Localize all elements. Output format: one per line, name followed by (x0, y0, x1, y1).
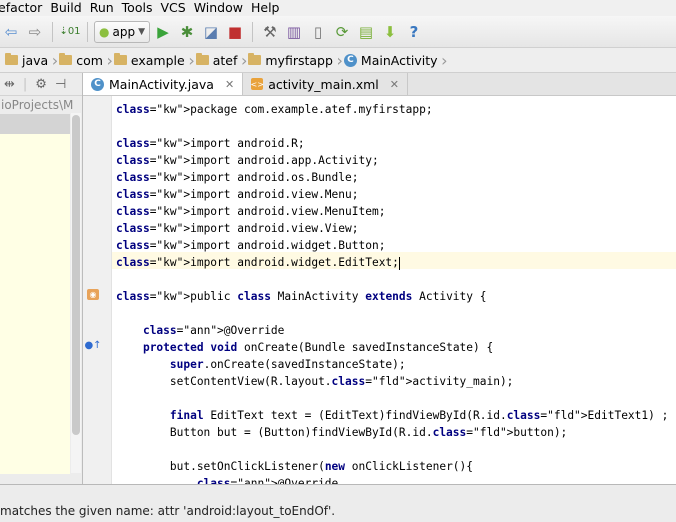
code-line[interactable]: class="kw">import android.widget.Button; (116, 237, 385, 254)
scrollbar-thumb[interactable] (72, 115, 80, 435)
menu-vcs[interactable]: VCS (156, 0, 189, 16)
run-config-select[interactable]: ● app ▼ (94, 20, 150, 43)
code-line[interactable]: class="kw">import android.os.Bundle; (116, 169, 359, 186)
sort-icon[interactable]: ⇣01 (59, 21, 81, 43)
tab-label: MainActivity.java (109, 76, 214, 92)
text-caret (398, 256, 400, 270)
override-marker-icon[interactable]: ●↑ (84, 340, 101, 351)
breadcrumb-label: MainActivity (360, 52, 438, 68)
code-line[interactable]: but.setOnClickListener(new onClickListen… (116, 458, 473, 475)
class-icon: C (343, 53, 357, 67)
folder-icon (248, 53, 262, 65)
attach-debugger-icon[interactable]: ◪ (200, 21, 222, 43)
run-config-label: app (112, 24, 136, 39)
code-line[interactable]: protected void onCreate(Bundle savedInst… (116, 339, 493, 356)
project-scrollbar[interactable] (71, 113, 81, 473)
sync-gradle-icon[interactable]: ⟳ (331, 21, 353, 43)
breadcrumb-myfirstapp[interactable]: myfirstapp (243, 49, 342, 71)
code-line[interactable]: class="ann">@Override (116, 322, 284, 339)
code-line[interactable]: class="kw">import android.R; (116, 135, 305, 152)
help-icon[interactable]: ? (403, 21, 425, 43)
breadcrumb-example[interactable]: example (109, 49, 195, 71)
menu-window[interactable]: Window (190, 0, 247, 16)
breadcrumb-label: atef (212, 52, 238, 68)
code-line[interactable]: class="ann">@Override (116, 475, 338, 484)
menu-tools[interactable]: Tools (118, 0, 157, 16)
tab-activity-main-xml[interactable]: <> activity_main.xml ✕ (243, 73, 408, 95)
sdk-settings-icon[interactable]: ▥ (283, 21, 305, 43)
project-root-path[interactable]: ioProjects\M (0, 96, 82, 114)
code-editor[interactable]: ◉ ●↑ class="kw">package com.example.atef… (83, 96, 676, 484)
menu-build[interactable]: Build (46, 0, 85, 16)
status-bar: matches the given name: attr 'android:la… (0, 484, 676, 522)
hide-panel-icon[interactable]: ⊣ (55, 77, 66, 92)
toolbar-separator: | (22, 76, 28, 92)
tab-label: activity_main.xml (268, 76, 379, 92)
android-icon: ● (99, 24, 110, 39)
android-device-monitor-icon[interactable]: ▤ (355, 21, 377, 43)
menu-help[interactable]: Help (247, 0, 284, 16)
selected-tree-row[interactable] (0, 114, 70, 134)
code-line[interactable]: final EditText text = (EditText)findView… (116, 407, 668, 424)
breadcrumb-atef[interactable]: atef (191, 49, 247, 71)
code-line[interactable]: setContentView(R.layout.class="fld">acti… (116, 373, 514, 390)
project-panel-toolbar: ⇹ | ⚙ ⊣ (0, 73, 82, 96)
folder-icon (5, 53, 18, 65)
project-panel: ⇹ | ⚙ ⊣ ioProjects\M (0, 73, 83, 484)
close-icon[interactable]: ✕ (390, 78, 399, 91)
menu-refactor[interactable]: efactor (0, 0, 46, 16)
code-line[interactable]: class="kw">import android.view.View; (116, 220, 359, 237)
breadcrumb-com[interactable]: com (54, 49, 113, 71)
code-line[interactable]: class="kw">import android.view.MenuItem; (116, 203, 385, 220)
close-icon[interactable]: ✕ (225, 78, 234, 91)
folder-icon (59, 53, 73, 65)
code-line[interactable]: class="kw">import android.app.Activity; (116, 152, 379, 169)
editor-tabs: C MainActivity.java ✕ <> activity_main.x… (83, 73, 676, 96)
breadcrumb-label: myfirstapp (265, 52, 333, 68)
avd-manager-icon[interactable]: ▯ (307, 21, 329, 43)
class-icon: C (91, 77, 104, 91)
toolbar-separator (87, 21, 88, 42)
code-line[interactable]: Button but = (Button)findViewById(R.id.c… (116, 424, 567, 441)
code-line[interactable]: class="kw">import android.view.Menu; (116, 186, 359, 203)
breadcrumb-java[interactable]: java (0, 49, 58, 71)
breadcrumb-label: java (22, 52, 49, 68)
toolbar-separator (52, 21, 53, 42)
collapse-icon[interactable]: ⇹ (4, 77, 15, 92)
breadcrumb-label: com (76, 52, 103, 68)
status-message: matches the given name: attr 'android:la… (0, 504, 336, 518)
xml-file-icon: <> (250, 78, 264, 90)
code-line[interactable]: class="kw">package com.example.atef.myfi… (116, 101, 433, 118)
run-icon[interactable]: ▶ (152, 21, 174, 43)
code-line[interactable]: class="kw">public class MainActivity ext… (116, 288, 486, 305)
chevron-down-icon: ▼ (138, 26, 145, 37)
code-line[interactable]: super.onCreate(savedInstanceState); (116, 356, 406, 373)
menu-run[interactable]: Run (86, 0, 118, 16)
folder-icon (195, 53, 209, 65)
breadcrumb-label: example (130, 52, 185, 68)
stop-icon[interactable]: ■ (224, 21, 246, 43)
redo-icon[interactable]: ⇨ (24, 21, 46, 43)
undo-icon[interactable]: ⇦ (0, 21, 22, 43)
tab-mainactivity-java[interactable]: C MainActivity.java ✕ (83, 73, 244, 95)
project-structure-icon[interactable]: ⚒ (259, 21, 281, 43)
project-tree (0, 134, 70, 474)
sdk-manager-icon[interactable]: ⬇ (379, 21, 401, 43)
folder-icon (113, 53, 127, 65)
class-marker-icon[interactable]: ◉ (87, 289, 99, 300)
main-toolbar: ⇦ ⇨ ⇣01 ● app ▼ ▶ ✱ ◪ ■ ⚒ ▥ ▯ ⟳ ▤ ⬇ ? (0, 16, 676, 48)
menu-bar: efactor Build Run Tools VCS Window Help (0, 0, 676, 16)
code-line[interactable]: class="kw">import android.widget.EditTex… (116, 254, 400, 271)
toolbar-separator (252, 21, 253, 42)
gear-icon[interactable]: ⚙ (35, 77, 47, 92)
debug-icon[interactable]: ✱ (176, 21, 198, 43)
breadcrumb: java com example atef myfirstapp CMainAc… (0, 48, 676, 73)
breadcrumb-mainactivity[interactable]: C MainActivity (339, 49, 447, 71)
